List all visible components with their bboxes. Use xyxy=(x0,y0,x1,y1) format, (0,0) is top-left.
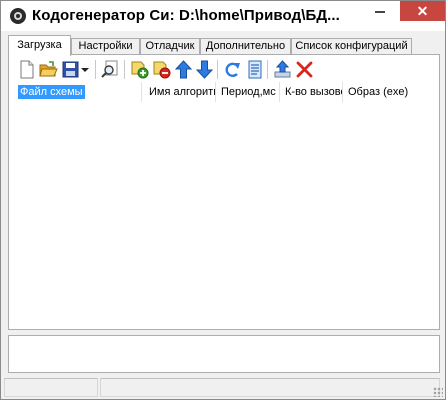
window-title: Кодогенератор Си: D:\home\Привод\БД... xyxy=(32,7,340,24)
search-icon[interactable] xyxy=(101,60,120,79)
status-bar xyxy=(1,376,445,399)
message-pane[interactable] xyxy=(8,335,440,373)
column-header-scheme-file[interactable]: Файл схемы xyxy=(14,82,142,102)
save-icon[interactable] xyxy=(61,60,80,79)
toolbar xyxy=(13,57,413,81)
title-bar[interactable]: Кодогенератор Си: D:\home\Привод\БД... ✕ xyxy=(1,1,445,31)
main-window: Кодогенератор Си: D:\home\Привод\БД... ✕… xyxy=(0,0,446,400)
open-folder-icon[interactable] xyxy=(39,60,58,79)
toolbar-separator xyxy=(217,60,218,79)
add-icon[interactable] xyxy=(130,60,149,79)
remove-icon[interactable] xyxy=(152,60,171,79)
minimize-button[interactable] xyxy=(366,1,393,21)
resize-grip[interactable] xyxy=(433,387,443,397)
toolbar-separator xyxy=(267,60,268,79)
new-file-icon[interactable] xyxy=(17,60,36,79)
schemes-list[interactable]: Файл схемы Имя алгоритм Период,мс К-во в… xyxy=(14,82,435,326)
column-header-exe-image[interactable]: Образ (exe) xyxy=(344,82,414,102)
column-header-algorithm-name[interactable]: Имя алгоритм xyxy=(145,82,216,102)
app-gear-icon xyxy=(10,8,26,24)
tab-load[interactable]: Загрузка xyxy=(8,35,71,56)
delete-icon[interactable] xyxy=(295,60,314,79)
tab-strip: Загрузка Настройки Отладчик Дополнительн… xyxy=(8,35,440,56)
column-header-period[interactable]: Период,мс xyxy=(217,82,280,102)
refresh-icon[interactable] xyxy=(223,60,242,79)
status-cell xyxy=(100,378,440,397)
move-up-icon[interactable] xyxy=(174,60,193,79)
column-header-label: Файл схемы xyxy=(18,85,85,99)
load-tab-panel: Файл схемы Имя алгоритм Период,мс К-во в… xyxy=(8,54,440,330)
export-icon[interactable] xyxy=(273,60,292,79)
column-header-call-count[interactable]: К-во вызово xyxy=(281,82,343,102)
toolbar-separator xyxy=(124,60,125,79)
move-down-icon[interactable] xyxy=(195,60,214,79)
toolbar-separator xyxy=(95,60,96,79)
document-list-icon[interactable] xyxy=(245,60,264,79)
status-cell xyxy=(4,378,98,397)
close-button[interactable]: ✕ xyxy=(400,1,445,21)
dropdown-arrow-icon[interactable] xyxy=(79,60,91,79)
